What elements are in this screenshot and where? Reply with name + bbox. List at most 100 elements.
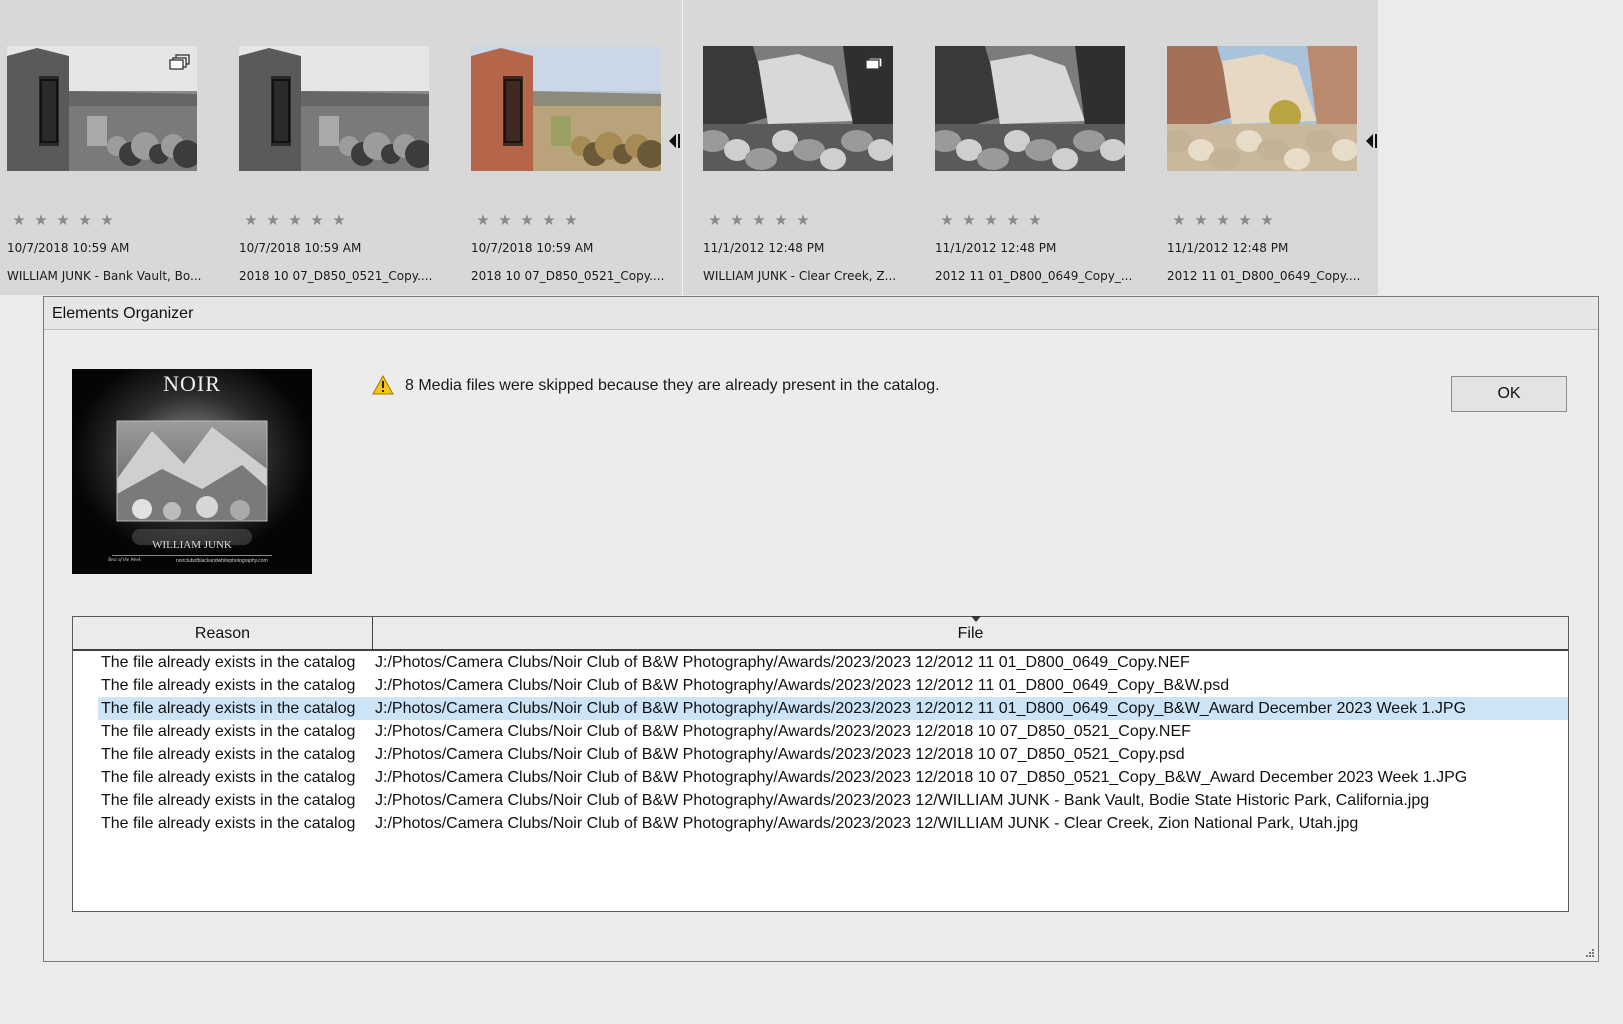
row-reason: The file already exists in the catalog: [101, 677, 356, 694]
star-icon[interactable]: ★: [1170, 213, 1188, 229]
thumbnail-image[interactable]: [703, 46, 893, 171]
star-icon[interactable]: ★: [264, 213, 282, 229]
row-file-path: J:/Photos/Camera Clubs/Noir Club of B&W …: [375, 654, 1190, 671]
star-rating[interactable]: ★ ★ ★ ★ ★: [706, 213, 812, 229]
warning-icon: [372, 375, 394, 395]
star-icon[interactable]: ★: [960, 213, 978, 229]
thumbnail-cell[interactable]: ★ ★ ★ ★ ★ 11/1/2012 12:48 PM WILLIAM JUNK - Cl…: [696, 0, 928, 295]
skip-message: 8 Media files were skipped because they …: [405, 377, 940, 394]
thumbnail-date: 11/1/2012 12:48 PM: [935, 241, 1057, 255]
star-icon[interactable]: ★: [10, 213, 28, 229]
star-icon[interactable]: ★: [794, 213, 812, 229]
star-icon[interactable]: ★: [706, 213, 724, 229]
table-row[interactable]: The file already exists in the catalog J:…: [73, 812, 1568, 835]
star-icon[interactable]: ★: [1258, 213, 1276, 229]
thumbnail-filename: 2018 10 07_D850_0521_Copy....: [239, 269, 433, 283]
star-icon[interactable]: ★: [540, 213, 558, 229]
thumbnail-image[interactable]: [935, 46, 1125, 171]
star-icon[interactable]: ★: [1214, 213, 1232, 229]
star-icon[interactable]: ★: [772, 213, 790, 229]
sort-descending-icon: [971, 616, 981, 622]
dialog-title: Elements Organizer: [52, 305, 194, 322]
star-rating[interactable]: ★ ★ ★ ★ ★: [242, 213, 348, 229]
thumbnail-cell[interactable]: ★ ★ ★ ★ ★ 10/7/2018 10:59 AM 2018 10 07_D850_0…: [464, 0, 696, 295]
resize-grip-icon[interactable]: [1584, 947, 1594, 957]
thumbnail-image[interactable]: [1167, 46, 1357, 171]
thumbnail-image[interactable]: [239, 46, 429, 171]
star-icon[interactable]: ★: [330, 213, 348, 229]
stack-icon[interactable]: [865, 54, 887, 70]
star-icon[interactable]: ★: [242, 213, 260, 229]
table-row[interactable]: The file already exists in the catalog J:…: [73, 789, 1568, 812]
preview-award: Best of the Week: [108, 558, 141, 563]
thumbnail-date: 10/7/2018 10:59 AM: [239, 241, 362, 255]
table-row[interactable]: The file already exists in the catalog J:…: [73, 766, 1568, 789]
star-icon[interactable]: ★: [1004, 213, 1022, 229]
preview-title: NOIR: [163, 371, 221, 396]
star-icon[interactable]: ★: [474, 213, 492, 229]
thumbnail-date: 11/1/2012 12:48 PM: [703, 241, 825, 255]
row-reason: The file already exists in the catalog: [101, 654, 356, 671]
thumbnail-cell[interactable]: ★ ★ ★ ★ ★ 11/1/2012 12:48 PM 2012 11 01_D800_0…: [928, 0, 1160, 295]
thumbnail-cell[interactable]: ★ ★ ★ ★ ★ 11/1/2012 12:48 PM 2012 11 01_D800_0…: [1160, 0, 1392, 295]
star-rating[interactable]: ★ ★ ★ ★ ★: [938, 213, 1044, 229]
star-icon[interactable]: ★: [1192, 213, 1210, 229]
row-reason: The file already exists in the catalog: [101, 815, 356, 832]
table-row[interactable]: The file already exists in the catalog J:…: [73, 743, 1568, 766]
table-row[interactable]: The file already exists in the catalog J:…: [73, 651, 1568, 674]
table-body: The file already exists in the catalog J:…: [73, 651, 1568, 835]
star-icon[interactable]: ★: [54, 213, 72, 229]
star-icon[interactable]: ★: [98, 213, 116, 229]
thumbnail-filename: 2012 11 01_D800_0649_Copy....: [1167, 269, 1361, 283]
row-reason: The file already exists in the catalog: [101, 746, 356, 763]
thumbnail-grid: ★ ★ ★ ★ ★ 10/7/2018 10:59 AM WILLIAM JUNK - Ba…: [0, 0, 1378, 295]
star-rating[interactable]: ★ ★ ★ ★ ★: [1170, 213, 1276, 229]
row-file-path: J:/Photos/Camera Clubs/Noir Club of B&W …: [375, 746, 1185, 763]
row-reason: The file already exists in the catalog: [101, 792, 356, 809]
star-icon[interactable]: ★: [1236, 213, 1254, 229]
stack-icon[interactable]: [169, 54, 191, 70]
elements-organizer-dialog: Elements Organizer NOIR WILLIAM JUNK Bes…: [43, 296, 1599, 962]
row-file-path: J:/Photos/Camera Clubs/Noir Club of B&W …: [375, 792, 1430, 809]
thumbnail-cell[interactable]: ★ ★ ★ ★ ★ 10/7/2018 10:59 AM WILLIAM JUNK - Ba…: [0, 0, 232, 295]
star-icon[interactable]: ★: [518, 213, 536, 229]
table-row[interactable]: The file already exists in the catalog J:…: [73, 720, 1568, 743]
star-icon[interactable]: ★: [750, 213, 768, 229]
star-icon[interactable]: ★: [286, 213, 304, 229]
thumbnail-image[interactable]: [471, 46, 661, 171]
row-file-path: J:/Photos/Camera Clubs/Noir Club of B&W …: [375, 723, 1191, 740]
thumbnail-image[interactable]: [7, 46, 197, 171]
star-icon[interactable]: ★: [76, 213, 94, 229]
column-header-reason[interactable]: Reason: [73, 617, 373, 649]
collapse-stack-icon[interactable]: [1365, 134, 1378, 148]
row-file-path: J:/Photos/Camera Clubs/Noir Club of B&W …: [375, 700, 1467, 717]
thumbnail-filename: 2012 11 01_D800_0649_Copy_...: [935, 269, 1133, 283]
star-icon[interactable]: ★: [1026, 213, 1044, 229]
star-rating[interactable]: ★ ★ ★ ★ ★: [10, 213, 116, 229]
row-reason: The file already exists in the catalog: [101, 723, 356, 740]
star-icon[interactable]: ★: [308, 213, 326, 229]
ok-button[interactable]: OK: [1451, 376, 1567, 412]
star-icon[interactable]: ★: [728, 213, 746, 229]
dialog-titlebar[interactable]: Elements Organizer: [44, 297, 1598, 330]
table-row[interactable]: The file already exists in the catalog J:…: [73, 697, 1568, 720]
star-rating[interactable]: ★ ★ ★ ★ ★: [474, 213, 580, 229]
thumbnail-date: 10/7/2018 10:59 AM: [7, 241, 130, 255]
thumbnail-cell[interactable]: ★ ★ ★ ★ ★ 10/7/2018 10:59 AM 2018 10 07_D850_0…: [232, 0, 464, 295]
skipped-files-table: Reason File The file already exists in t…: [72, 616, 1569, 912]
preview-image: NOIR WILLIAM JUNK Best of the Week noirc…: [72, 369, 312, 574]
row-file-path: J:/Photos/Camera Clubs/Noir Club of B&W …: [375, 677, 1230, 694]
collapse-stack-icon[interactable]: [668, 134, 681, 148]
preview-author: WILLIAM JUNK: [152, 539, 232, 551]
star-icon[interactable]: ★: [562, 213, 580, 229]
thumbnail-filename: 2018 10 07_D850_0521_Copy....: [471, 269, 665, 283]
star-icon[interactable]: ★: [32, 213, 50, 229]
row-file-path: J:/Photos/Camera Clubs/Noir Club of B&W …: [375, 815, 1359, 832]
row-reason: The file already exists in the catalog: [101, 769, 356, 786]
table-row[interactable]: The file already exists in the catalog J:…: [73, 674, 1568, 697]
star-icon[interactable]: ★: [938, 213, 956, 229]
star-icon[interactable]: ★: [982, 213, 1000, 229]
thumbnail-filename: WILLIAM JUNK - Clear Creek, Z...: [703, 269, 897, 283]
preview-site: noirclubofblackandwhitephotography.com: [176, 558, 268, 564]
star-icon[interactable]: ★: [496, 213, 514, 229]
